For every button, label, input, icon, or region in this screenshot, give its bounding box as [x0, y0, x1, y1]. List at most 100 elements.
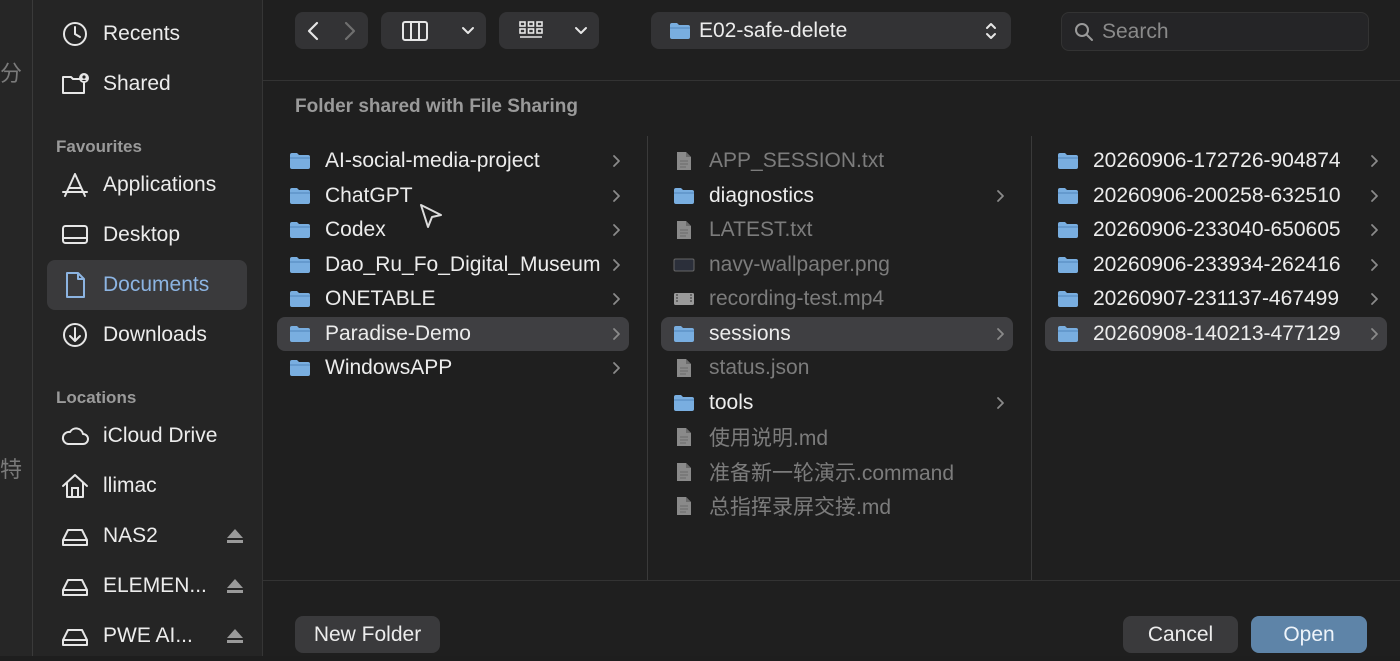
folder-row[interactable]: AI-social-media-project	[277, 144, 629, 178]
folder-icon	[669, 22, 691, 40]
sidebar-item-nas2[interactable]: NAS2	[47, 511, 247, 561]
file-row[interactable]: status.json	[661, 351, 1013, 385]
folder-icon	[1051, 317, 1085, 351]
view-mode-button[interactable]	[381, 12, 486, 49]
eject-icon[interactable]	[223, 524, 247, 548]
file-row[interactable]: 准备新一轮演示.command	[661, 455, 1013, 489]
sidebar-item-label: Downloads	[103, 323, 207, 346]
sidebar-item-label: iCloud Drive	[103, 424, 218, 447]
chevron-right-icon	[995, 325, 1007, 343]
file-row[interactable]: navy-wallpaper.png	[661, 248, 1013, 282]
document-icon	[667, 420, 701, 454]
cancel-button[interactable]: Cancel	[1123, 616, 1238, 653]
column-divider[interactable]	[647, 136, 648, 580]
document-icon	[667, 213, 701, 247]
folder-row[interactable]: WindowsAPP	[277, 351, 629, 385]
folder-row[interactable]: 20260906-233040-650605	[1045, 213, 1387, 247]
open-button[interactable]: Open	[1251, 616, 1367, 653]
group-by-button[interactable]	[499, 12, 599, 49]
open-file-dialog: Recents Shared Favourites Applications D…	[32, 0, 1400, 656]
folder-icon	[283, 144, 317, 178]
folder-icon	[1051, 144, 1085, 178]
column-2: APP_SESSION.txt diagnostics LATEST.txt navy…	[661, 136, 1021, 580]
document-icon	[667, 144, 701, 178]
forward-button[interactable]	[331, 12, 368, 49]
video-file-icon	[667, 282, 701, 316]
back-button[interactable]	[295, 12, 331, 49]
chevron-right-icon	[611, 221, 623, 239]
chevron-down-icon	[449, 12, 486, 49]
sidebar-item-label: Applications	[103, 173, 217, 196]
folder-row[interactable]: ONETABLE	[277, 282, 629, 316]
folder-icon	[283, 351, 317, 385]
sidebar-item-elements[interactable]: ELEMEN...	[47, 561, 247, 611]
sidebar-item-home[interactable]: llimac	[47, 461, 247, 511]
folder-row[interactable]: 20260906-200258-632510	[1045, 179, 1387, 213]
folder-row[interactable]: diagnostics	[661, 179, 1013, 213]
drive-icon	[47, 511, 103, 561]
sidebar-item-applications[interactable]: Applications	[47, 160, 247, 210]
folder-icon	[283, 248, 317, 282]
sidebar-item-icloud-drive[interactable]: iCloud Drive	[47, 411, 247, 461]
folder-row[interactable]: Codex	[277, 213, 629, 247]
item-label: AI-social-media-project	[325, 149, 540, 172]
chevron-down-icon	[563, 12, 599, 49]
file-row[interactable]: LATEST.txt	[661, 213, 1013, 247]
eject-icon[interactable]	[223, 624, 247, 648]
chevron-right-icon	[611, 290, 623, 308]
chevron-right-icon	[1369, 152, 1381, 170]
item-label: LATEST.txt	[709, 218, 813, 241]
folder-icon	[667, 179, 701, 213]
folder-row[interactable]: Dao_Ru_Fo_Digital_Museum	[277, 248, 629, 282]
sidebar-item-shared[interactable]: Shared	[47, 59, 247, 109]
shared-folder-icon	[47, 59, 103, 109]
eject-icon[interactable]	[223, 574, 247, 598]
file-row[interactable]: APP_SESSION.txt	[661, 144, 1013, 178]
chevron-right-icon	[611, 187, 623, 205]
path-popup-button[interactable]: E02-safe-delete	[651, 12, 1011, 49]
folder-row[interactable]: 20260907-231137-467499	[1045, 282, 1387, 316]
folder-row[interactable]: Paradise-Demo	[277, 316, 629, 351]
item-label: sessions	[709, 321, 791, 345]
search-input[interactable]	[1100, 18, 1354, 45]
folder-icon	[283, 179, 317, 213]
chevron-right-icon	[1369, 325, 1381, 343]
sidebar-item-documents[interactable]: Documents	[47, 260, 247, 310]
search-icon	[1074, 22, 1094, 42]
item-label: APP_SESSION.txt	[709, 149, 885, 172]
sidebar-item-label: llimac	[103, 474, 157, 497]
sidebar-item-desktop[interactable]: Desktop	[47, 210, 247, 260]
chevron-right-icon	[1369, 290, 1381, 308]
folder-icon	[1051, 282, 1085, 316]
chevron-right-icon	[1369, 187, 1381, 205]
home-icon	[47, 461, 103, 511]
folder-row[interactable]: sessions	[661, 316, 1013, 351]
item-label: recording-test.mp4	[709, 287, 885, 310]
column-divider[interactable]	[1031, 136, 1032, 580]
file-row[interactable]: 使用说明.md	[661, 420, 1013, 454]
folder-row[interactable]: 20260906-233934-262416	[1045, 248, 1387, 282]
folder-row[interactable]: 20260908-140213-477129	[1045, 316, 1387, 351]
folder-icon	[283, 282, 317, 316]
item-label: 20260906-233934-262416	[1093, 252, 1341, 276]
new-folder-button[interactable]: New Folder	[295, 616, 440, 653]
folder-row[interactable]: 20260906-172726-904874	[1045, 144, 1387, 178]
item-label: 20260907-231137-467499	[1093, 287, 1340, 310]
drive-icon	[47, 561, 103, 611]
file-row[interactable]: 总指挥录屏交接.md	[661, 489, 1013, 523]
item-label: ONETABLE	[325, 287, 436, 310]
folder-row[interactable]: tools	[661, 386, 1013, 420]
toolbar: E02-safe-delete	[263, 0, 1400, 81]
sidebar-item-label: Documents	[103, 273, 210, 296]
sidebar-item-pwe-ai[interactable]: PWE AI...	[47, 611, 247, 661]
document-icon	[667, 489, 701, 523]
file-row[interactable]: recording-test.mp4	[661, 282, 1013, 316]
sidebar-item-label: NAS2	[103, 524, 158, 547]
sidebar-item-recents[interactable]: Recents	[47, 9, 247, 59]
item-label: ChatGPT	[325, 183, 413, 207]
item-label: Dao_Ru_Fo_Digital_Museum	[325, 252, 601, 276]
folder-row[interactable]: ChatGPT	[277, 179, 629, 213]
download-icon	[47, 310, 103, 360]
sidebar-item-downloads[interactable]: Downloads	[47, 310, 247, 360]
background-window: 分 特	[0, 0, 32, 656]
